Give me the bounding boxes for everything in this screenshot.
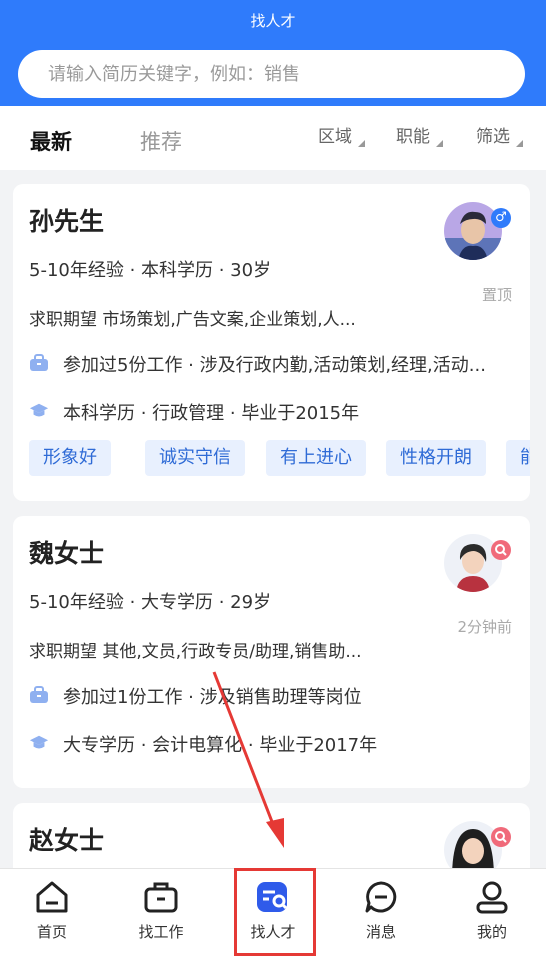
briefcase-icon: [30, 686, 48, 703]
tab-profile[interactable]: 我的: [447, 879, 537, 942]
candidate-card[interactable]: 孙先生 5-10年经验 · 本科学历 · 30岁 求职期望 市场策划,广告文案,…: [13, 184, 530, 501]
filter-bar: 最新 推荐 区域 职能 筛选: [0, 106, 546, 170]
education-text: 本科学历 · 行政管理 · 毕业于2015年: [63, 403, 360, 424]
candidate-expectation: 求职期望 其他,文员,行政专员/助理,销售助...: [29, 642, 362, 662]
page-title: 找人才: [250, 12, 296, 30]
search-icon: [491, 827, 511, 847]
work-history: 参加过5份工作 · 涉及行政内勤,活动策划,经理,活动...: [29, 351, 529, 377]
candidate-name: 孙先生: [29, 207, 105, 236]
education: 本科学历 · 行政管理 · 毕业于2015年: [29, 399, 529, 425]
dropdown-triangle-icon: [358, 140, 365, 147]
tab-find-job-label: 找工作: [138, 923, 184, 941]
search-input[interactable]: [48, 50, 508, 98]
work-history-text: 参加过5份工作 · 涉及行政内勤,活动策划,经理,活动...: [63, 355, 486, 376]
filter-function-label: 职能: [396, 127, 430, 147]
briefcase-icon: [144, 882, 178, 913]
tab-latest[interactable]: 最新: [30, 126, 72, 156]
tag: 有上进心: [266, 440, 366, 476]
profile-icon: [476, 881, 508, 914]
search-icon: [491, 540, 511, 560]
candidate-name: 魏女士: [29, 539, 105, 568]
tab-messages-label: 消息: [365, 923, 396, 941]
candidate-summary: 5-10年经验 · 大专学历 · 29岁: [29, 592, 272, 613]
candidate-name: 赵女士: [29, 826, 105, 855]
tab-find-job[interactable]: 找工作: [116, 879, 206, 942]
filter-more-label: 筛选: [476, 127, 510, 147]
filter-more[interactable]: 筛选: [476, 122, 523, 147]
tab-recommend[interactable]: 推荐: [140, 126, 182, 156]
active-time-label: 2分钟前: [457, 618, 512, 636]
annotation-highlight-box: [234, 868, 316, 956]
filter-region-label: 区域: [318, 127, 352, 147]
home-icon: [36, 881, 68, 913]
education: 大专学历 · 会计电算化 · 毕业于2017年: [29, 731, 529, 757]
tab-home-label: 首页: [36, 923, 67, 941]
pinned-label: 置顶: [481, 286, 512, 304]
briefcase-icon: [30, 354, 48, 371]
header: 找人才: [0, 0, 546, 106]
education-text: 大专学历 · 会计电算化 · 毕业于2017年: [63, 735, 378, 756]
work-history: 参加过1份工作 · 涉及销售助理等岗位: [29, 683, 529, 709]
tag-list: 形象好 诚实守信 有上进心 性格开朗 能: [29, 440, 530, 478]
dropdown-triangle-icon: [436, 140, 443, 147]
message-icon: [365, 881, 397, 913]
graduation-cap-icon: [29, 403, 49, 417]
candidate-summary: 5-10年经验 · 本科学历 · 30岁: [29, 260, 272, 281]
tag: 形象好: [29, 440, 111, 476]
work-history-text: 参加过1份工作 · 涉及销售助理等岗位: [63, 687, 362, 708]
tab-profile-label: 我的: [476, 923, 507, 941]
search-box[interactable]: [18, 50, 525, 98]
dropdown-triangle-icon: [516, 140, 523, 147]
tab-home[interactable]: 首页: [7, 879, 97, 942]
tag: 能: [506, 440, 530, 476]
candidate-card[interactable]: 魏女士 5-10年经验 · 大专学历 · 29岁 求职期望 其他,文员,行政专员…: [13, 516, 530, 788]
tag: 性格开朗: [386, 440, 486, 476]
graduation-cap-icon: [29, 735, 49, 749]
male-icon: ♂: [491, 208, 511, 228]
filter-function[interactable]: 职能: [396, 122, 443, 147]
candidate-expectation: 求职期望 市场策划,广告文案,企业策划,人...: [29, 310, 356, 330]
tab-messages[interactable]: 消息: [336, 879, 426, 942]
filter-region[interactable]: 区域: [318, 122, 365, 147]
tag: 诚实守信: [145, 440, 245, 476]
